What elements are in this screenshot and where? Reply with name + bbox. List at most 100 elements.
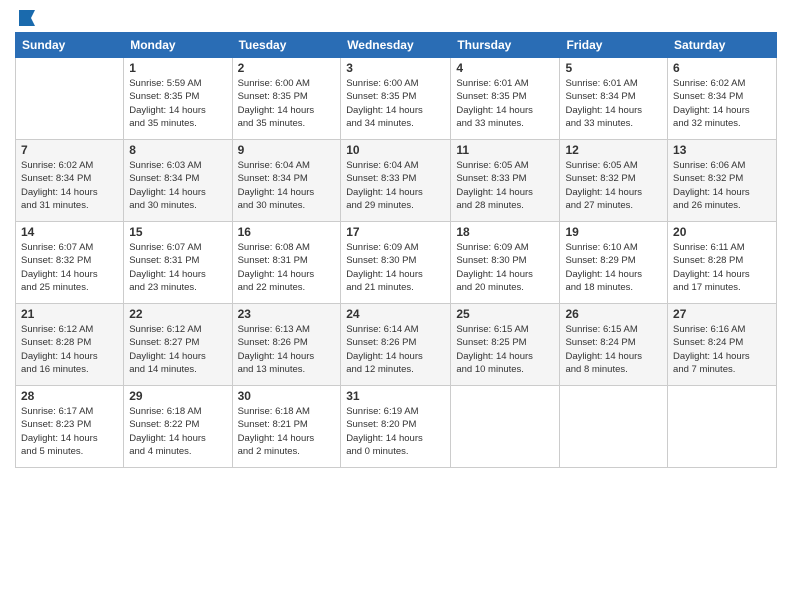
calendar-cell: 14 Sunrise: 6:07 AM Sunset: 8:32 PM Dayli…: [16, 222, 124, 304]
calendar-cell: 29 Sunrise: 6:18 AM Sunset: 8:22 PM Dayli…: [124, 386, 232, 468]
day-info: Sunrise: 6:04 AM Sunset: 8:34 PM Dayligh…: [238, 159, 336, 212]
weekday-header-tuesday: Tuesday: [232, 33, 341, 58]
day-info: Sunrise: 6:13 AM Sunset: 8:26 PM Dayligh…: [238, 323, 336, 376]
day-info: Sunrise: 6:19 AM Sunset: 8:20 PM Dayligh…: [346, 405, 445, 458]
day-info: Sunrise: 6:15 AM Sunset: 8:25 PM Dayligh…: [456, 323, 554, 376]
day-info: Sunrise: 6:12 AM Sunset: 8:28 PM Dayligh…: [21, 323, 118, 376]
day-info: Sunrise: 6:02 AM Sunset: 8:34 PM Dayligh…: [673, 77, 771, 130]
day-info: Sunrise: 6:01 AM Sunset: 8:35 PM Dayligh…: [456, 77, 554, 130]
day-number: 24: [346, 307, 445, 321]
calendar-cell: 31 Sunrise: 6:19 AM Sunset: 8:20 PM Dayli…: [341, 386, 451, 468]
day-info: Sunrise: 6:05 AM Sunset: 8:32 PM Dayligh…: [565, 159, 662, 212]
calendar-cell: [668, 386, 777, 468]
day-number: 8: [129, 143, 226, 157]
day-info: Sunrise: 6:10 AM Sunset: 8:29 PM Dayligh…: [565, 241, 662, 294]
day-number: 27: [673, 307, 771, 321]
day-info: Sunrise: 6:18 AM Sunset: 8:22 PM Dayligh…: [129, 405, 226, 458]
day-number: 7: [21, 143, 118, 157]
day-number: 28: [21, 389, 118, 403]
day-number: 18: [456, 225, 554, 239]
calendar-cell: 4 Sunrise: 6:01 AM Sunset: 8:35 PM Daylig…: [451, 58, 560, 140]
day-number: 21: [21, 307, 118, 321]
calendar-cell: 16 Sunrise: 6:08 AM Sunset: 8:31 PM Dayli…: [232, 222, 341, 304]
calendar-cell: 22Sunrise: 6:12 AM Sunset: 8:27 PM Dayli…: [124, 304, 232, 386]
calendar-cell: 5 Sunrise: 6:01 AM Sunset: 8:34 PM Daylig…: [560, 58, 668, 140]
day-info: Sunrise: 6:03 AM Sunset: 8:34 PM Dayligh…: [129, 159, 226, 212]
day-number: 20: [673, 225, 771, 239]
calendar-cell: 25 Sunrise: 6:15 AM Sunset: 8:25 PM Dayli…: [451, 304, 560, 386]
calendar-cell: 8 Sunrise: 6:03 AM Sunset: 8:34 PM Daylig…: [124, 140, 232, 222]
weekday-header-monday: Monday: [124, 33, 232, 58]
day-number: 13: [673, 143, 771, 157]
day-info: Sunrise: 6:06 AM Sunset: 8:32 PM Dayligh…: [673, 159, 771, 212]
day-number: 26: [565, 307, 662, 321]
day-info: Sunrise: 6:07 AM Sunset: 8:32 PM Dayligh…: [21, 241, 118, 294]
calendar-cell: 10 Sunrise: 6:04 AM Sunset: 8:33 PM Dayli…: [341, 140, 451, 222]
day-number: 19: [565, 225, 662, 239]
day-number: 10: [346, 143, 445, 157]
day-number: 16: [238, 225, 336, 239]
weekday-header-wednesday: Wednesday: [341, 33, 451, 58]
day-number: 3: [346, 61, 445, 75]
calendar-cell: 1Sunrise: 5:59 AM Sunset: 8:35 PM Daylig…: [124, 58, 232, 140]
weekday-header-row: SundayMondayTuesdayWednesdayThursdayFrid…: [16, 33, 777, 58]
day-info: Sunrise: 6:17 AM Sunset: 8:23 PM Dayligh…: [21, 405, 118, 458]
day-info: Sunrise: 6:04 AM Sunset: 8:33 PM Dayligh…: [346, 159, 445, 212]
day-info: Sunrise: 6:14 AM Sunset: 8:26 PM Dayligh…: [346, 323, 445, 376]
calendar-cell: 13 Sunrise: 6:06 AM Sunset: 8:32 PM Dayli…: [668, 140, 777, 222]
logo-flag-icon: [17, 10, 37, 26]
day-info: Sunrise: 6:09 AM Sunset: 8:30 PM Dayligh…: [456, 241, 554, 294]
day-info: Sunrise: 6:05 AM Sunset: 8:33 PM Dayligh…: [456, 159, 554, 212]
calendar-cell: 21 Sunrise: 6:12 AM Sunset: 8:28 PM Dayli…: [16, 304, 124, 386]
day-number: 31: [346, 389, 445, 403]
calendar-week-row: 21 Sunrise: 6:12 AM Sunset: 8:28 PM Dayli…: [16, 304, 777, 386]
day-info: Sunrise: 6:00 AM Sunset: 8:35 PM Dayligh…: [238, 77, 336, 130]
day-info: Sunrise: 6:02 AM Sunset: 8:34 PM Dayligh…: [21, 159, 118, 212]
calendar-cell: 24 Sunrise: 6:14 AM Sunset: 8:26 PM Dayli…: [341, 304, 451, 386]
calendar-cell: 6 Sunrise: 6:02 AM Sunset: 8:34 PM Daylig…: [668, 58, 777, 140]
calendar-cell: 7 Sunrise: 6:02 AM Sunset: 8:34 PM Daylig…: [16, 140, 124, 222]
calendar-week-row: 28 Sunrise: 6:17 AM Sunset: 8:23 PM Dayli…: [16, 386, 777, 468]
day-number: 4: [456, 61, 554, 75]
day-number: 2: [238, 61, 336, 75]
calendar-cell: 12 Sunrise: 6:05 AM Sunset: 8:32 PM Dayli…: [560, 140, 668, 222]
day-info: Sunrise: 6:08 AM Sunset: 8:31 PM Dayligh…: [238, 241, 336, 294]
calendar-cell: 20 Sunrise: 6:11 AM Sunset: 8:28 PM Dayli…: [668, 222, 777, 304]
logo: [15, 10, 37, 26]
calendar-cell: [451, 386, 560, 468]
day-info: Sunrise: 5:59 AM Sunset: 8:35 PM Dayligh…: [129, 77, 226, 130]
calendar-cell: 23Sunrise: 6:13 AM Sunset: 8:26 PM Dayli…: [232, 304, 341, 386]
calendar-cell: 27 Sunrise: 6:16 AM Sunset: 8:24 PM Dayli…: [668, 304, 777, 386]
calendar-cell: 26 Sunrise: 6:15 AM Sunset: 8:24 PM Dayli…: [560, 304, 668, 386]
day-number: 29: [129, 389, 226, 403]
day-number: 14: [21, 225, 118, 239]
day-number: 5: [565, 61, 662, 75]
weekday-header-sunday: Sunday: [16, 33, 124, 58]
calendar-header: SundayMondayTuesdayWednesdayThursdayFrid…: [16, 33, 777, 58]
day-info: Sunrise: 6:16 AM Sunset: 8:24 PM Dayligh…: [673, 323, 771, 376]
day-info: Sunrise: 6:12 AM Sunset: 8:27 PM Dayligh…: [129, 323, 226, 376]
calendar-cell: 19 Sunrise: 6:10 AM Sunset: 8:29 PM Dayli…: [560, 222, 668, 304]
calendar-table: SundayMondayTuesdayWednesdayThursdayFrid…: [15, 32, 777, 468]
calendar-body: 1Sunrise: 5:59 AM Sunset: 8:35 PM Daylig…: [16, 58, 777, 468]
calendar-cell: 2 Sunrise: 6:00 AM Sunset: 8:35 PM Daylig…: [232, 58, 341, 140]
header: [15, 10, 777, 26]
day-number: 12: [565, 143, 662, 157]
calendar-cell: [560, 386, 668, 468]
day-number: 30: [238, 389, 336, 403]
calendar-week-row: 14 Sunrise: 6:07 AM Sunset: 8:32 PM Dayli…: [16, 222, 777, 304]
calendar-cell: 17Sunrise: 6:09 AM Sunset: 8:30 PM Dayli…: [341, 222, 451, 304]
calendar-cell: 9 Sunrise: 6:04 AM Sunset: 8:34 PM Daylig…: [232, 140, 341, 222]
day-info: Sunrise: 6:01 AM Sunset: 8:34 PM Dayligh…: [565, 77, 662, 130]
day-number: 25: [456, 307, 554, 321]
calendar-cell: 28 Sunrise: 6:17 AM Sunset: 8:23 PM Dayli…: [16, 386, 124, 468]
page-container: SundayMondayTuesdayWednesdayThursdayFrid…: [0, 0, 792, 478]
day-info: Sunrise: 6:15 AM Sunset: 8:24 PM Dayligh…: [565, 323, 662, 376]
day-number: 6: [673, 61, 771, 75]
weekday-header-friday: Friday: [560, 33, 668, 58]
calendar-week-row: 1Sunrise: 5:59 AM Sunset: 8:35 PM Daylig…: [16, 58, 777, 140]
day-number: 9: [238, 143, 336, 157]
day-info: Sunrise: 6:11 AM Sunset: 8:28 PM Dayligh…: [673, 241, 771, 294]
calendar-cell: 11Sunrise: 6:05 AM Sunset: 8:33 PM Dayli…: [451, 140, 560, 222]
calendar-cell: 15Sunrise: 6:07 AM Sunset: 8:31 PM Dayli…: [124, 222, 232, 304]
